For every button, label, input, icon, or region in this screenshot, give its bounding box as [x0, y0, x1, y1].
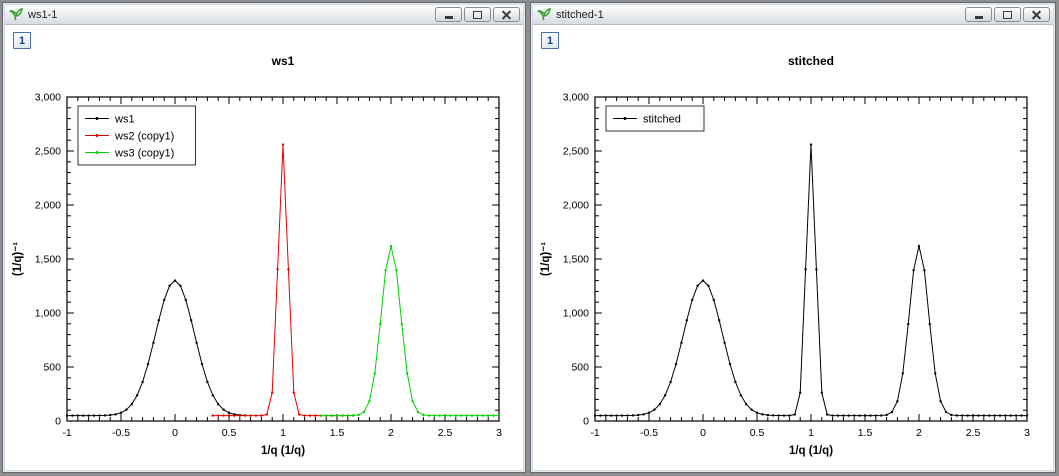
y-axis-label: (1/q)⁻¹: [12, 242, 24, 276]
maximize-button[interactable]: [464, 7, 491, 22]
svg-text:-0.5: -0.5: [112, 427, 130, 439]
layer-button[interactable]: 1: [13, 32, 31, 49]
chart-title: ws1: [271, 54, 295, 68]
close-button[interactable]: [1023, 7, 1050, 22]
svg-text:2: 2: [388, 427, 394, 439]
minimize-icon: [445, 16, 453, 19]
svg-text:1,500: 1,500: [563, 254, 589, 266]
window-stitched: stitched-1 -1 -0.5 0 0.5 1 1.5 2 2.5 3 0 500 1,000 1…: [530, 2, 1056, 473]
leaf-icon: [536, 7, 551, 22]
close-button[interactable]: [493, 7, 520, 22]
svg-text:1,000: 1,000: [35, 308, 61, 320]
maximize-icon: [1003, 11, 1012, 19]
svg-text:0: 0: [700, 427, 706, 439]
x-axis-label: 1/q (1/q): [789, 445, 833, 457]
minimize-icon: [975, 16, 983, 19]
close-icon: [501, 9, 512, 20]
svg-text:1.5: 1.5: [330, 427, 345, 439]
svg-text:500: 500: [43, 362, 61, 374]
svg-text:stitched: stitched: [643, 113, 681, 125]
svg-text:-1: -1: [590, 427, 599, 439]
chart-ws1[interactable]: -1 -0.5 0 0.5 1 1.5 2 2.5 3 0 500 1,000 1,500 2,000 2,…: [5, 25, 523, 470]
svg-text:0: 0: [583, 416, 589, 428]
titlebar[interactable]: ws1-1: [5, 5, 523, 25]
svg-text:2,500: 2,500: [563, 146, 589, 158]
svg-text:2,000: 2,000: [35, 200, 61, 212]
svg-text:0.5: 0.5: [750, 427, 765, 439]
titlebar[interactable]: stitched-1: [533, 5, 1053, 25]
svg-text:0: 0: [55, 416, 61, 428]
svg-text:500: 500: [571, 362, 589, 374]
svg-text:1: 1: [280, 427, 286, 439]
minimize-button[interactable]: [965, 7, 992, 22]
desktop: ws1-1 -1-0.500.511.522.5305001,0001,5002…: [0, 0, 1059, 476]
svg-text:3,000: 3,000: [563, 92, 589, 104]
svg-text:ws3 (copy1): ws3 (copy1): [114, 147, 174, 159]
window-ws1: ws1-1 -1 -0.5 0 0.5 1 1.5 2 2.5 3 0 500 1,000 1,500 2…: [2, 2, 526, 473]
x-axis-label: 1/q (1/q): [261, 445, 305, 457]
svg-text:3: 3: [1024, 427, 1030, 439]
svg-text:-0.5: -0.5: [640, 427, 658, 439]
svg-text:1,000: 1,000: [563, 308, 589, 320]
leaf-icon: [8, 7, 23, 22]
window-content: -1 -0.5 0 0.5 1 1.5 2 2.5 3 0 500 1,000 1,500 2,000 2,…: [5, 25, 523, 470]
svg-text:1,500: 1,500: [35, 254, 61, 266]
svg-text:2.5: 2.5: [438, 427, 453, 439]
svg-text:ws1: ws1: [114, 113, 135, 125]
svg-text:2.5: 2.5: [966, 427, 981, 439]
y-axis-label: (1/q)⁻¹: [540, 242, 552, 276]
chart-svg: -1 -0.5 0 0.5 1 1.5 2 2.5 3 0 500 1,000 1,500 2,000 2,…: [5, 25, 523, 470]
svg-text:1.5: 1.5: [858, 427, 873, 439]
svg-text:-1: -1: [62, 427, 71, 439]
svg-text:2,000: 2,000: [563, 200, 589, 212]
svg-text:0: 0: [172, 427, 178, 439]
svg-text:0.5: 0.5: [222, 427, 237, 439]
maximize-icon: [473, 11, 482, 19]
window-content: -1 -0.5 0 0.5 1 1.5 2 2.5 3 0 500 1,000 1,500 2,000 2,…: [533, 25, 1053, 470]
window-controls: [433, 7, 520, 22]
layer-button[interactable]: 1: [541, 32, 559, 49]
close-icon: [1031, 9, 1042, 20]
chart-stitched[interactable]: -1 -0.5 0 0.5 1 1.5 2 2.5 3 0 500 1,000 1,500 2,000 2,…: [533, 25, 1053, 470]
window-title: ws1-1: [28, 9, 57, 21]
svg-text:3: 3: [496, 427, 502, 439]
window-controls: [963, 7, 1050, 22]
chart-svg: -1 -0.5 0 0.5 1 1.5 2 2.5 3 0 500 1,000 1,500 2,000 2,…: [533, 25, 1053, 470]
minimize-button[interactable]: [435, 7, 462, 22]
svg-text:3,000: 3,000: [35, 92, 61, 104]
window-title: stitched-1: [556, 9, 604, 21]
svg-text:2,500: 2,500: [35, 146, 61, 158]
svg-text:ws2 (copy1): ws2 (copy1): [114, 130, 174, 142]
chart-title: stitched: [788, 54, 834, 68]
maximize-button[interactable]: [994, 7, 1021, 22]
svg-text:1: 1: [808, 427, 814, 439]
svg-text:2: 2: [916, 427, 922, 439]
